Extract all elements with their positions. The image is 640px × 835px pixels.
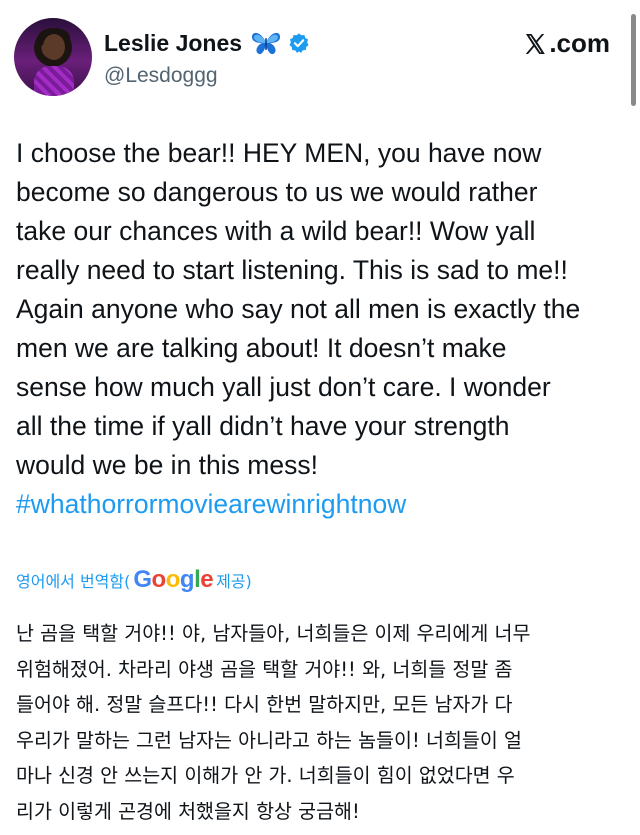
tweet-body: I choose the bear!! HEY MEN, you have no… xyxy=(16,134,628,524)
avatar-body xyxy=(34,66,74,96)
google-letter: o xyxy=(165,566,181,593)
tweet-line: would we be in this mess! xyxy=(16,450,318,480)
tweet-header: Leslie Jones @Lesdoggg .com xyxy=(0,0,640,110)
google-logo: Google xyxy=(133,566,213,594)
display-name[interactable]: Leslie Jones xyxy=(104,30,242,57)
tweet-line: Again anyone who say not all men is exac… xyxy=(16,294,581,324)
translation-attribution[interactable]: 영어에서 번역함( Google 제공) xyxy=(16,566,252,594)
translated-text: 난 곰을 택할 거야!! 야, 남자들아, 너희들은 이제 우리에게 너무 위험… xyxy=(16,616,628,829)
google-letter: g xyxy=(179,566,195,593)
tweet-line: really need to start listening. This is … xyxy=(16,255,568,285)
google-letter: e xyxy=(200,566,214,593)
translate-label: 영어에서 번역함( xyxy=(16,572,131,591)
avatar[interactable] xyxy=(14,18,92,96)
translated-line: 우리가 말하는 그런 남자는 아니라고 하는 놈들이! 너희들이 얼 xyxy=(16,728,522,752)
translated-line: 리가 이렇게 곤경에 처했을지 항상 궁금해! xyxy=(16,799,360,823)
name-row: Leslie Jones xyxy=(104,28,310,58)
google-letter: G xyxy=(133,566,152,593)
translate-suffix: 제공) xyxy=(216,572,252,591)
user-handle[interactable]: @Lesdoggg xyxy=(104,64,218,88)
avatar-face xyxy=(43,34,65,60)
tweet-line: become so dangerous to us we would rathe… xyxy=(16,177,538,207)
scrollbar[interactable] xyxy=(631,14,636,106)
translated-line: 난 곰을 택할 거야!! 야, 남자들아, 너희들은 이제 우리에게 너무 xyxy=(16,622,531,645)
x-logo-icon xyxy=(526,33,546,54)
translated-line: 들어야 해. 정말 슬프다!! 다시 한번 말하지만, 모든 남자가 다 xyxy=(16,693,513,716)
verified-icon xyxy=(289,33,309,53)
tweet-line: I choose the bear!! HEY MEN, you have no… xyxy=(16,138,542,168)
google-letter: o xyxy=(151,566,167,593)
tweet-line: men we are talking about! It doesn’t mak… xyxy=(16,333,507,363)
x-com-watermark: .com xyxy=(523,28,610,59)
hashtag-link[interactable]: #whathorrormoviearewinrightnow xyxy=(16,485,628,524)
x-com-text: .com xyxy=(549,28,610,58)
tweet-line: all the time if yall didn’t have your st… xyxy=(16,411,510,441)
tweet-line: sense how much yall just don’t care. I w… xyxy=(16,372,551,402)
translated-line: 위험해졌어. 차라리 야생 곰을 택할 거야!! 와, 너희들 정말 좀 xyxy=(16,657,513,681)
tweet-line: take our chances with a wild bear!! Wow … xyxy=(16,216,536,246)
translated-line: 마나 신경 안 쓰는지 이해가 안 가. 너희들이 힘이 없었다면 우 xyxy=(16,764,515,787)
butterfly-icon xyxy=(252,32,281,55)
